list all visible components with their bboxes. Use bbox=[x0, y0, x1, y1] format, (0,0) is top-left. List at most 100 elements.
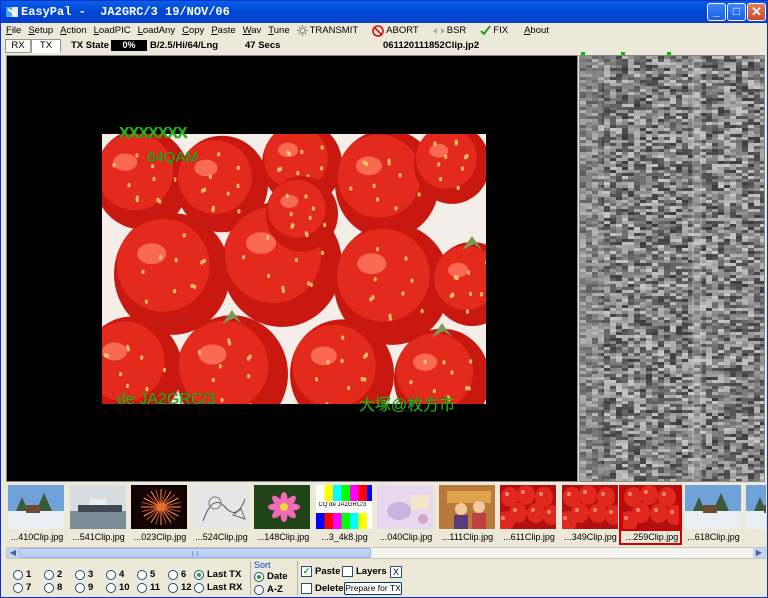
radio-slot-1[interactable]: 1 bbox=[13, 569, 31, 580]
thumbnail-item[interactable]: ...541Clip.jpg bbox=[68, 485, 127, 545]
tx-image-panel[interactable]: XXXXXXX 64QAM de JA2GRC/3 大塚@枚方市 bbox=[6, 55, 578, 482]
scrollbar-thumb[interactable] bbox=[19, 548, 371, 558]
menu-loadany[interactable]: LoadAny bbox=[136, 25, 178, 36]
menu-copy[interactable]: Copy bbox=[180, 25, 206, 36]
thumbnail-caption: CQ de JA2GRC/3 bbox=[318, 502, 367, 508]
thumbnail-item[interactable]: ...611Clip.jpg bbox=[498, 485, 557, 545]
minimize-button[interactable]: _ bbox=[707, 3, 726, 21]
radio-sort-az[interactable]: A-Z bbox=[254, 584, 283, 595]
paste-checkbox[interactable]: ✓ Paste bbox=[301, 566, 340, 577]
thumbnail-item[interactable]: ...349Clip.jpg bbox=[560, 485, 619, 545]
menu-tune[interactable]: Tune bbox=[266, 25, 291, 36]
radio-last-rx[interactable]: Last RX bbox=[194, 582, 242, 593]
thumbnail-item[interactable]: ...023Clip.jpg bbox=[129, 485, 188, 545]
radio-slot-6[interactable]: 6 bbox=[168, 569, 186, 580]
radio-label: A-Z bbox=[267, 584, 283, 595]
close-button[interactable]: ✕ bbox=[747, 3, 766, 21]
radio-circle bbox=[44, 582, 54, 593]
tab-tx[interactable]: TX bbox=[31, 39, 61, 53]
checkbox-box bbox=[301, 583, 312, 594]
radio-circle bbox=[106, 569, 116, 580]
thumbnail-item[interactable]: ...040Clip.jpg bbox=[375, 485, 434, 545]
thumbnail-item[interactable]: ...21 bbox=[744, 485, 766, 545]
radio-circle bbox=[106, 582, 116, 593]
thumbnail-image bbox=[561, 485, 618, 529]
radio-circle bbox=[168, 582, 178, 593]
radio-slot-5[interactable]: 5 bbox=[137, 569, 155, 580]
radio-circle bbox=[13, 569, 23, 580]
menu-fix[interactable]: FIX bbox=[478, 25, 510, 36]
sun-icon bbox=[296, 25, 308, 36]
radio-circle bbox=[254, 584, 264, 595]
waterfall-display[interactable] bbox=[579, 55, 765, 482]
thumbnail-label: ...148Clip.jpg bbox=[256, 532, 310, 542]
radio-label: 5 bbox=[150, 569, 156, 580]
menu-paste[interactable]: Paste bbox=[209, 25, 237, 36]
radio-slot-2[interactable]: 2 bbox=[44, 569, 62, 580]
radio-slot-12[interactable]: 12 bbox=[168, 582, 192, 593]
thumbnail-item[interactable]: CQ de JA2GRC/3 ...3_4k8.jpg bbox=[314, 485, 373, 545]
menu-wav[interactable]: Wav bbox=[241, 25, 264, 36]
menu-action[interactable]: Action bbox=[58, 25, 88, 36]
title-bar[interactable]: EasyPal - JA2GRC/3 19/NOV/06 _ □ ✕ bbox=[1, 1, 767, 23]
thumbnail-item[interactable]: ...410Clip.jpg bbox=[6, 485, 65, 545]
radio-slot-10[interactable]: 10 bbox=[106, 582, 130, 593]
thumbnail-image bbox=[192, 485, 249, 529]
thumbnail-image bbox=[746, 485, 766, 529]
thumbnail-item[interactable]: ...618Clip.jpg bbox=[683, 485, 742, 545]
layers-checkbox[interactable]: Layers bbox=[342, 566, 387, 577]
menu-label: LoadPIC bbox=[93, 25, 131, 36]
radio-slot-11[interactable]: 11 bbox=[137, 582, 160, 593]
radio-slot-9[interactable]: 9 bbox=[75, 582, 93, 593]
maximize-button[interactable]: □ bbox=[727, 3, 746, 21]
menu-label: BSR bbox=[446, 25, 467, 36]
thumbnail-label: ...541Clip.jpg bbox=[72, 532, 125, 542]
tab-rx[interactable]: RX bbox=[5, 39, 31, 53]
radio-circle bbox=[44, 569, 54, 580]
radio-slot-3[interactable]: 3 bbox=[75, 569, 93, 580]
close-layers-button[interactable]: X bbox=[390, 566, 402, 578]
radio-last-tx[interactable]: Last TX bbox=[194, 569, 241, 580]
thumbnail-item[interactable]: ...111Clip.jpg bbox=[437, 485, 496, 545]
menu-label: Setup bbox=[28, 25, 54, 36]
thumbnail-item[interactable]: ...259Clip.jpg bbox=[619, 485, 682, 545]
menu-abort[interactable]: ABORT bbox=[370, 24, 421, 37]
radio-label: 1 bbox=[26, 569, 32, 580]
thumbnail-image bbox=[131, 485, 187, 529]
overlay-text-top: XXXXXXX bbox=[119, 125, 188, 142]
radio-circle bbox=[137, 569, 147, 580]
radio-slot-7[interactable]: 7 bbox=[13, 582, 31, 593]
scroll-left-icon[interactable]: ◀ bbox=[7, 548, 19, 558]
menu-about[interactable]: About bbox=[522, 25, 551, 36]
tx-state-label: TX State bbox=[71, 40, 110, 51]
menu-bsr[interactable]: BSR bbox=[431, 25, 469, 36]
overlay-text-mode: 64QAM bbox=[147, 149, 198, 166]
thumbnail-image bbox=[684, 485, 741, 529]
scroll-right-icon[interactable]: ▶ bbox=[753, 548, 765, 558]
horizontal-scrollbar[interactable]: ◀ ▶ bbox=[6, 547, 766, 559]
radio-slot-4[interactable]: 4 bbox=[106, 569, 124, 580]
thumbnail-item[interactable]: ...148Clip.jpg bbox=[252, 485, 311, 545]
thumbnail-image bbox=[254, 485, 310, 529]
overlay-text-location: 大塚@枚方市 bbox=[359, 397, 456, 414]
thumbnail-label: ...023Clip.jpg bbox=[133, 532, 187, 542]
duration-text: 47 Secs bbox=[245, 40, 281, 51]
menu-setup[interactable]: Setup bbox=[26, 25, 55, 36]
thumbnail-image bbox=[621, 485, 681, 531]
radio-label: Last TX bbox=[207, 569, 242, 580]
thumbnail-label: ...3_4k8.jpg bbox=[321, 532, 368, 542]
menu-label: Wav bbox=[242, 25, 262, 36]
radio-label: 3 bbox=[88, 569, 94, 580]
radio-sort-date[interactable]: Date bbox=[254, 571, 288, 582]
checkbox-box bbox=[342, 566, 353, 577]
menu-transmit[interactable]: TRANSMIT bbox=[295, 25, 361, 36]
delete-checkbox[interactable]: Delete bbox=[301, 583, 344, 594]
prepare-for-tx-button[interactable]: Prepare for TX bbox=[344, 582, 402, 595]
menu-loadpic[interactable]: LoadPIC bbox=[92, 25, 133, 36]
menu-file[interactable]: File bbox=[4, 25, 23, 36]
radio-slot-8[interactable]: 8 bbox=[44, 582, 62, 593]
thumbnail-label: ...040Clip.jpg bbox=[379, 532, 433, 542]
thumbnail-item[interactable]: ...524Clip.jpg bbox=[191, 485, 250, 545]
radio-circle bbox=[75, 569, 85, 580]
thumbnail-image bbox=[8, 485, 64, 529]
